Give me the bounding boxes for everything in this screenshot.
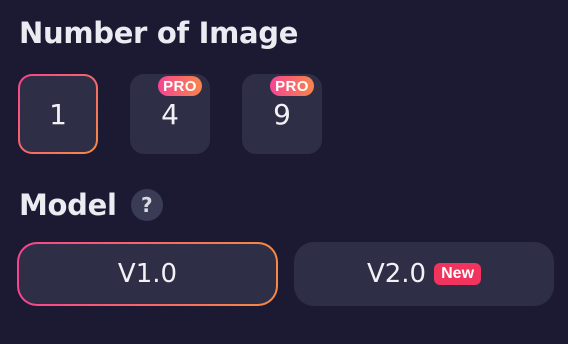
image-count-option-9[interactable]: PRO 9 [242,74,322,154]
help-icon[interactable]: ? [130,189,163,221]
model-label: V2.0 [366,259,427,289]
image-count-label: 1 [49,97,67,131]
model-title: Model [19,187,117,222]
number-of-image-title: Number of Image [19,16,299,50]
pro-badge: PRO [270,76,314,96]
model-option-v2[interactable]: V2.0 New [294,242,554,306]
model-option-v1[interactable]: V1.0 [17,242,278,306]
model-label: V1.0 [117,259,178,289]
new-badge: New [434,263,482,285]
image-count-option-4[interactable]: PRO 4 [130,74,210,154]
model-section-header: Model ? [19,189,163,221]
image-count-label: 9 [273,97,291,131]
pro-badge: PRO [158,76,202,96]
image-count-label: 4 [161,97,179,131]
image-count-option-1[interactable]: 1 [18,74,98,154]
